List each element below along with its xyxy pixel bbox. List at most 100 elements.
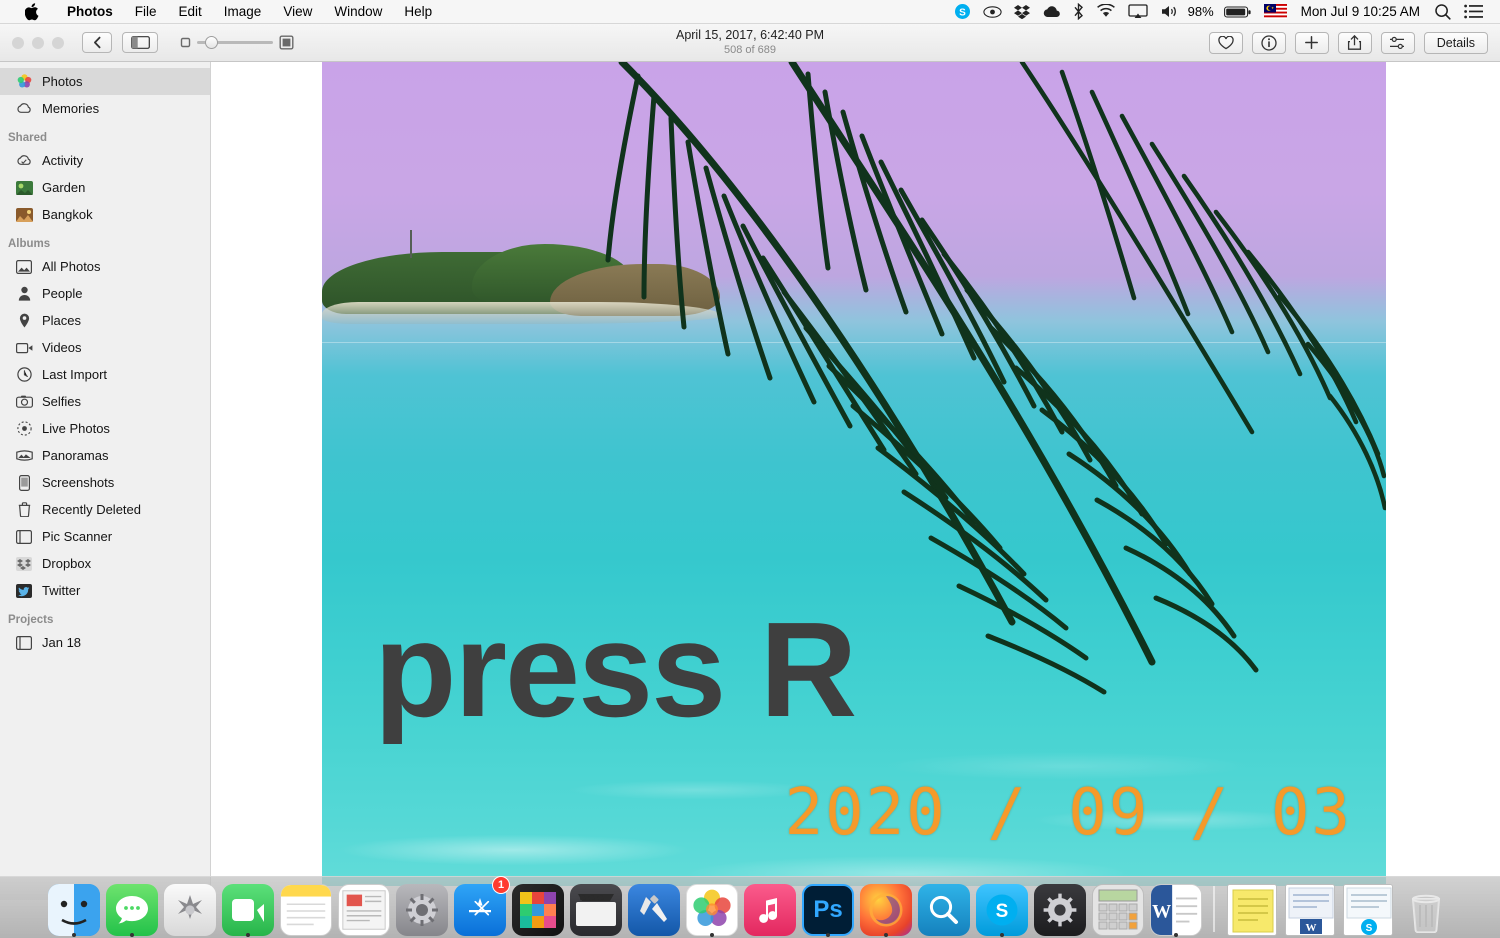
- back-button[interactable]: [82, 32, 112, 53]
- close-button[interactable]: [12, 37, 24, 49]
- dropbox-icon[interactable]: [1008, 0, 1036, 24]
- dock-item-firefox[interactable]: [857, 878, 915, 936]
- dock-item-system-preferences[interactable]: [393, 878, 451, 936]
- clock-icon: [15, 366, 33, 384]
- search-icon[interactable]: [1428, 0, 1458, 24]
- photos-window: April 15, 2017, 6:42:40 PM 508 of 689: [0, 24, 1500, 938]
- sidebar-item-memories[interactable]: Memories: [0, 95, 210, 122]
- menu-help[interactable]: Help: [393, 0, 443, 24]
- sidebar-item-photos[interactable]: Photos: [0, 68, 210, 95]
- zoom-slider-knob[interactable]: [205, 36, 218, 49]
- malaysia-flag-icon[interactable]: [1258, 0, 1293, 24]
- dock-item-finder[interactable]: [45, 878, 103, 936]
- share-icon: [1347, 34, 1362, 51]
- sidebar-item-videos[interactable]: Videos: [0, 334, 210, 361]
- dock-item-launchpad[interactable]: [161, 878, 219, 936]
- adjust-sliders-icon: [1389, 36, 1406, 50]
- skype-doc-icon: S: [1343, 884, 1393, 936]
- trash-icon: [15, 501, 33, 519]
- dock-item-preview[interactable]: [915, 878, 973, 936]
- dock-item-photoshop[interactable]: Ps: [799, 878, 857, 936]
- list-menu-icon[interactable]: [1458, 0, 1490, 24]
- apple-logo-icon: [25, 2, 41, 21]
- eye-icon[interactable]: [977, 0, 1008, 24]
- zoom-slider[interactable]: [197, 41, 273, 44]
- photo-image[interactable]: press R 2020 / 09 / 03: [322, 62, 1386, 886]
- menu-file[interactable]: File: [124, 0, 168, 24]
- dock-item-settings[interactable]: [1031, 878, 1089, 936]
- xcode-icon: [628, 884, 680, 936]
- favorite-button[interactable]: [1209, 32, 1243, 54]
- sidebar-item-dropbox[interactable]: Dropbox: [0, 550, 210, 577]
- info-button[interactable]: [1252, 32, 1286, 54]
- preview-icon: [918, 884, 970, 936]
- dock-item-news[interactable]: [335, 878, 393, 936]
- sidebar-item-bangkok[interactable]: Bangkok: [0, 201, 210, 228]
- sidebar-item-jan18[interactable]: Jan 18: [0, 629, 210, 656]
- cloud-icon[interactable]: [1036, 0, 1067, 24]
- sidebar-item-garden[interactable]: Garden: [0, 174, 210, 201]
- airplay-icon[interactable]: [1122, 0, 1154, 24]
- menu-window[interactable]: Window: [323, 0, 393, 24]
- dock-doc-stickies[interactable]: [1223, 878, 1281, 936]
- zoom-control[interactable]: [180, 35, 294, 50]
- battery-icon[interactable]: [1218, 0, 1258, 24]
- word-icon: W: [1150, 884, 1202, 936]
- menu-photos[interactable]: Photos: [56, 0, 124, 24]
- sidebar-item-activity[interactable]: Activity: [0, 147, 210, 174]
- live-photos-icon: [15, 420, 33, 438]
- panorama-icon: [15, 447, 33, 465]
- dock-item-skype[interactable]: S: [973, 878, 1031, 936]
- menubar-clock[interactable]: Mon Jul 9 10:25 AM: [1293, 4, 1428, 19]
- dock-item-app-store[interactable]: 1: [451, 878, 509, 936]
- bangkok-photo-icon: [15, 206, 33, 224]
- dock-item-notes[interactable]: [277, 878, 335, 936]
- sidebar-item-pic-scanner[interactable]: Pic Scanner: [0, 523, 210, 550]
- menu-bar: Photos File Edit Image View Window Help …: [0, 0, 1500, 24]
- apple-menu[interactable]: [14, 0, 56, 24]
- add-button[interactable]: [1295, 32, 1329, 54]
- dock-item-xcode[interactable]: [625, 878, 683, 936]
- sidebar-item-live-photos[interactable]: Live Photos: [0, 415, 210, 442]
- sidebar-item-selfies[interactable]: Selfies: [0, 388, 210, 415]
- dock-item-imovie[interactable]: [567, 878, 625, 936]
- skype-icon[interactable]: S: [948, 0, 977, 24]
- dock-doc-word[interactable]: W: [1281, 878, 1339, 936]
- menu-view[interactable]: View: [272, 0, 323, 24]
- bluetooth-icon[interactable]: [1067, 0, 1090, 24]
- svg-text:S: S: [996, 901, 1009, 922]
- sidebar-item-all-photos[interactable]: All Photos: [0, 253, 210, 280]
- dock-item-pixelmator[interactable]: [509, 878, 567, 936]
- photo-viewer[interactable]: press R 2020 / 09 / 03: [211, 62, 1500, 900]
- dock-item-facetime[interactable]: [219, 878, 277, 936]
- sidebar-item-last-import[interactable]: Last Import: [0, 361, 210, 388]
- menu-edit[interactable]: Edit: [168, 0, 213, 24]
- sidebar-item-recently-deleted[interactable]: Recently Deleted: [0, 496, 210, 523]
- sidebar-item-panoramas[interactable]: Panoramas: [0, 442, 210, 469]
- share-button[interactable]: [1338, 32, 1372, 54]
- sidebar-item-people[interactable]: People: [0, 280, 210, 307]
- adjust-button[interactable]: [1381, 32, 1415, 54]
- sidebar-toggle-button[interactable]: [122, 32, 158, 53]
- dock-item-itunes[interactable]: [741, 878, 799, 936]
- maximize-button[interactable]: [52, 37, 64, 49]
- dock-item-photos[interactable]: [683, 878, 741, 936]
- window-controls[interactable]: [0, 37, 64, 49]
- sidebar-item-label: Live Photos: [42, 421, 110, 436]
- volume-icon[interactable]: [1154, 0, 1184, 24]
- sidebar-item-screenshots[interactable]: Screenshots: [0, 469, 210, 496]
- sidebar-item-places[interactable]: Places: [0, 307, 210, 334]
- menu-image[interactable]: Image: [213, 0, 273, 24]
- photoshop-icon: Ps: [802, 884, 854, 936]
- minimize-button[interactable]: [32, 37, 44, 49]
- details-button[interactable]: Details: [1424, 32, 1488, 54]
- dock-item-word[interactable]: W: [1147, 878, 1205, 936]
- sidebar-item-label: Garden: [42, 180, 85, 195]
- dock-doc-skype[interactable]: S: [1339, 878, 1397, 936]
- dock-item-messages[interactable]: [103, 878, 161, 936]
- dock-item-calculator[interactable]: [1089, 878, 1147, 936]
- sidebar-item-label: Last Import: [42, 367, 107, 382]
- dock-item-trash[interactable]: [1397, 878, 1455, 936]
- sidebar-item-twitter[interactable]: Twitter: [0, 577, 210, 604]
- wifi-icon[interactable]: [1090, 0, 1122, 24]
